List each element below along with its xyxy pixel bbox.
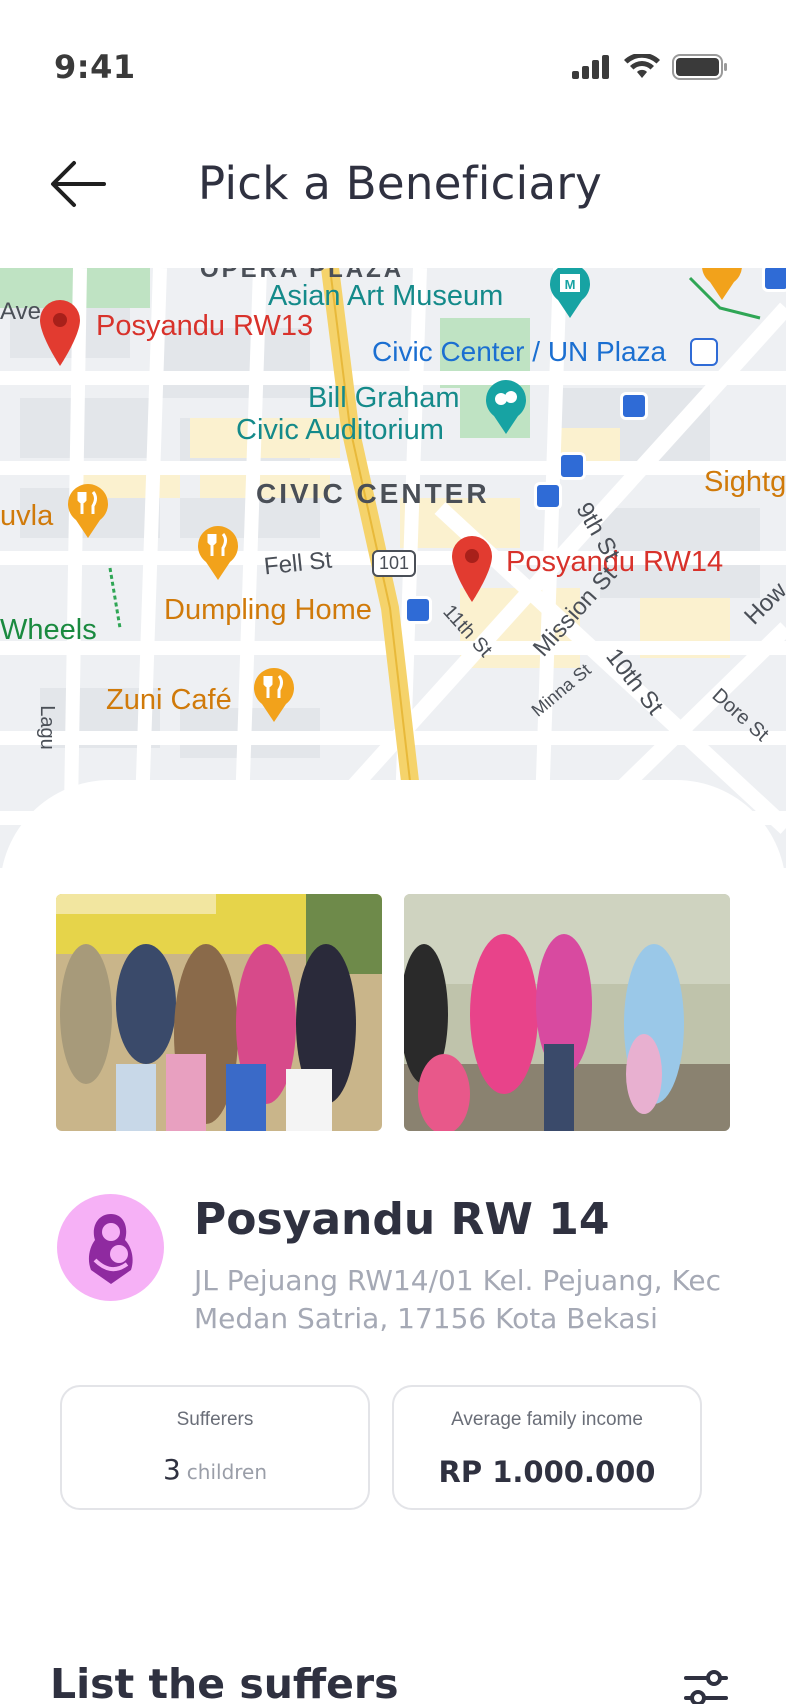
beneficiary-sheet: Posyandu RW 14 JL Pejuang RW14/01 Kel. P… — [0, 780, 786, 1704]
transit-icon[interactable] — [620, 392, 648, 420]
facility-photo[interactable] — [56, 894, 382, 1131]
filter-button[interactable] — [682, 1664, 730, 1704]
facility-address: JL Pejuang RW14/01 Kel. Pejuang, Kec Med… — [194, 1264, 722, 1335]
map-label-bill-graham[interactable]: Bill Graham — [308, 382, 460, 415]
back-button[interactable] — [46, 152, 110, 216]
restaurant-icon[interactable] — [196, 526, 240, 582]
map-label-posyandu-rw13[interactable]: Posyandu RW13 — [96, 310, 313, 343]
stat-label: Sufferers — [176, 1409, 254, 1430]
wifi-icon — [624, 54, 660, 78]
stat-label: Average family income — [451, 1409, 643, 1430]
map-label-wheels[interactable]: Wheels — [0, 614, 97, 647]
mother-child-icon — [88, 1213, 133, 1284]
photo-group-indoor — [404, 894, 730, 1131]
map-label-uvla[interactable]: uvla — [0, 500, 53, 533]
arrow-left-icon — [51, 161, 106, 207]
attraction-icon[interactable] — [700, 268, 744, 302]
status-time: 9:41 — [54, 48, 136, 86]
restaurant-icon[interactable] — [66, 484, 110, 540]
map-pin-rw13[interactable] — [37, 298, 83, 368]
transit-icon[interactable] — [762, 268, 786, 292]
filter-icon — [684, 1670, 728, 1704]
list-title: List the suffers — [50, 1660, 399, 1704]
svg-text:M: M — [565, 277, 576, 292]
status-bar: 9:41 — [0, 0, 786, 130]
map-label-civic-auditorium[interactable]: Civic Auditorium — [236, 414, 444, 447]
stat-card-income: Average family income RP 1.000.000 — [392, 1385, 702, 1510]
list-header: List the suffers — [50, 1660, 730, 1704]
map-label-lagu: Lagu — [35, 705, 58, 750]
map-label-civic-center-un[interactable]: Civic Center / UN Plaza — [372, 336, 666, 368]
facility-info: Posyandu RW 14 JL Pejuang RW14/01 Kel. P… — [57, 1194, 757, 1344]
stats-row: Sufferers 3 children Average family incom… — [60, 1385, 702, 1510]
header: Pick a Beneficiary — [0, 130, 786, 270]
theater-icon[interactable] — [484, 380, 528, 436]
status-icons — [572, 54, 728, 80]
map-pin-rw14[interactable] — [449, 534, 495, 604]
museum-icon[interactable]: M — [548, 268, 592, 320]
cellular-signal-icon — [572, 55, 609, 79]
map-label-asian-art-museum[interactable]: Asian Art Museum — [268, 280, 503, 313]
facility-name: Posyandu RW 14 — [194, 1194, 610, 1245]
map-label-zuni-cafe[interactable]: Zuni Café — [106, 684, 232, 717]
transit-icon[interactable] — [558, 452, 586, 480]
restaurant-icon[interactable] — [252, 668, 296, 724]
bart-icon[interactable] — [690, 338, 718, 366]
stat-value: 3 children — [62, 1453, 368, 1486]
transit-icon[interactable] — [404, 596, 432, 624]
stat-card-sufferers: Sufferers 3 children — [60, 1385, 370, 1510]
avatar — [57, 1194, 164, 1301]
map-label-sight[interactable]: Sightg — [704, 466, 786, 499]
map-label-dumpling-home[interactable]: Dumpling Home — [164, 594, 372, 627]
facility-photo[interactable] — [404, 894, 730, 1131]
photo-group-banner — [56, 894, 382, 1131]
income-value: RP 1.000.000 — [438, 1455, 656, 1489]
battery-icon — [672, 54, 727, 80]
transit-icon[interactable] — [534, 482, 562, 510]
map-label-ave: Ave — [0, 298, 41, 325]
map-view[interactable]: OPERA PLAZA Asian Art Museum Ave Posyand… — [0, 268, 786, 868]
map-label-us101: 101 — [372, 550, 417, 577]
map-label-civic-center: CIVIC CENTER — [256, 478, 490, 509]
sufferers-unit: children — [186, 1460, 268, 1484]
photo-gallery — [56, 894, 730, 1131]
sufferers-count: 3 — [162, 1453, 181, 1486]
page-title: Pick a Beneficiary — [198, 157, 603, 210]
